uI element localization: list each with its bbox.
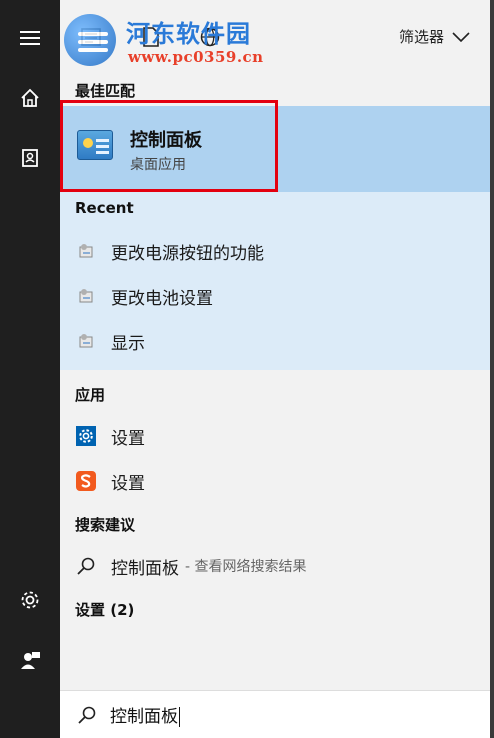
highlight-box: [60, 100, 278, 192]
document-icon: [143, 27, 159, 47]
settings-rail-button[interactable]: [0, 576, 60, 624]
settings-page-icon: [75, 240, 97, 262]
filter-dropdown[interactable]: 筛选器: [399, 26, 470, 47]
user-feedback-icon: [21, 652, 40, 669]
text-caret: [179, 707, 180, 727]
app-item-label: 设置: [111, 473, 145, 494]
hamburger-menu-button[interactable]: [0, 14, 60, 62]
search-icon: [76, 704, 98, 726]
documents-button[interactable]: [0, 134, 60, 182]
search-input[interactable]: 控制面板: [110, 702, 180, 727]
start-rail: [0, 0, 60, 738]
home-icon: [21, 88, 39, 107]
chevron-down-icon: [452, 31, 470, 42]
recent-item-power-buttons[interactable]: 更改电源按钮的功能: [60, 231, 490, 271]
suggestion-hint: - 查看网络搜索结果: [185, 559, 307, 575]
recent-item-label: 更改电池设置: [111, 288, 213, 309]
documents-filter-button[interactable]: [140, 26, 162, 48]
web-suggestion-item[interactable]: 控制面板 - 查看网络搜索结果: [60, 546, 490, 586]
top-bar: 筛选器 河东软件园 www.pc0359.cn: [60, 0, 490, 74]
filter-label: 筛选器: [398, 28, 444, 46]
apps-heading: 应用: [75, 386, 106, 404]
globe-icon: [200, 27, 220, 47]
document-list-icon: [81, 28, 101, 46]
recent-item-label: 更改电源按钮的功能: [111, 243, 264, 264]
menu-icon: [20, 31, 40, 45]
settings-heading[interactable]: 设置 (2): [75, 599, 134, 620]
home-button[interactable]: [0, 74, 60, 122]
recent-item-battery-settings[interactable]: 更改电池设置: [60, 276, 490, 316]
settings-page-icon: [75, 285, 97, 307]
recent-heading: Recent: [75, 199, 134, 217]
search-value: 控制面板: [110, 707, 178, 727]
search-box[interactable]: 控制面板: [60, 690, 490, 738]
app-item-sogou-settings[interactable]: 设置: [60, 461, 490, 501]
app-item-label: 设置: [111, 428, 145, 449]
app-item-settings[interactable]: 设置: [60, 416, 490, 456]
account-button[interactable]: [0, 636, 60, 684]
search-suggestions-heading: 搜索建议: [75, 516, 136, 534]
recent-item-label: 显示: [111, 333, 145, 354]
apps-filter-button[interactable]: [80, 26, 102, 48]
best-match-heading: 最佳匹配: [75, 82, 136, 100]
web-filter-button[interactable]: [199, 26, 221, 48]
sogou-icon: [75, 470, 97, 492]
gear-icon: [21, 591, 39, 609]
gear-icon: [75, 425, 97, 447]
notebook-icon: [22, 149, 38, 167]
background-strip: [490, 0, 494, 738]
search-icon: [75, 555, 97, 577]
recent-item-display[interactable]: 显示: [60, 321, 490, 361]
watermark-subtitle: www.pc0359.cn: [128, 48, 264, 66]
suggestion-label: 控制面板: [111, 558, 179, 579]
settings-page-icon: [75, 330, 97, 352]
search-panel: 筛选器 河东软件园 www.pc0359.cn 最佳匹配 控制面板 桌面应用 R…: [60, 0, 490, 738]
